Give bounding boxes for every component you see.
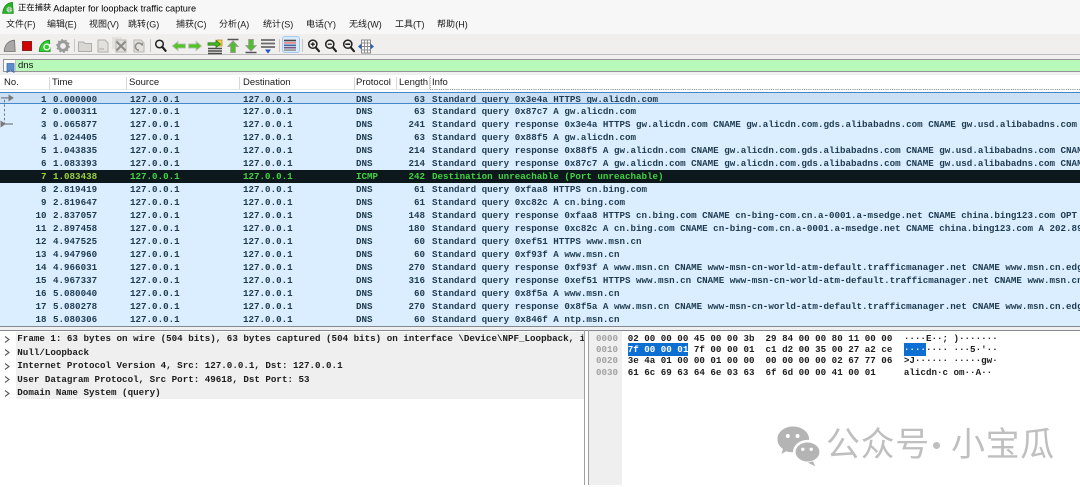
svg-text:clo: clo <box>99 46 105 51</box>
